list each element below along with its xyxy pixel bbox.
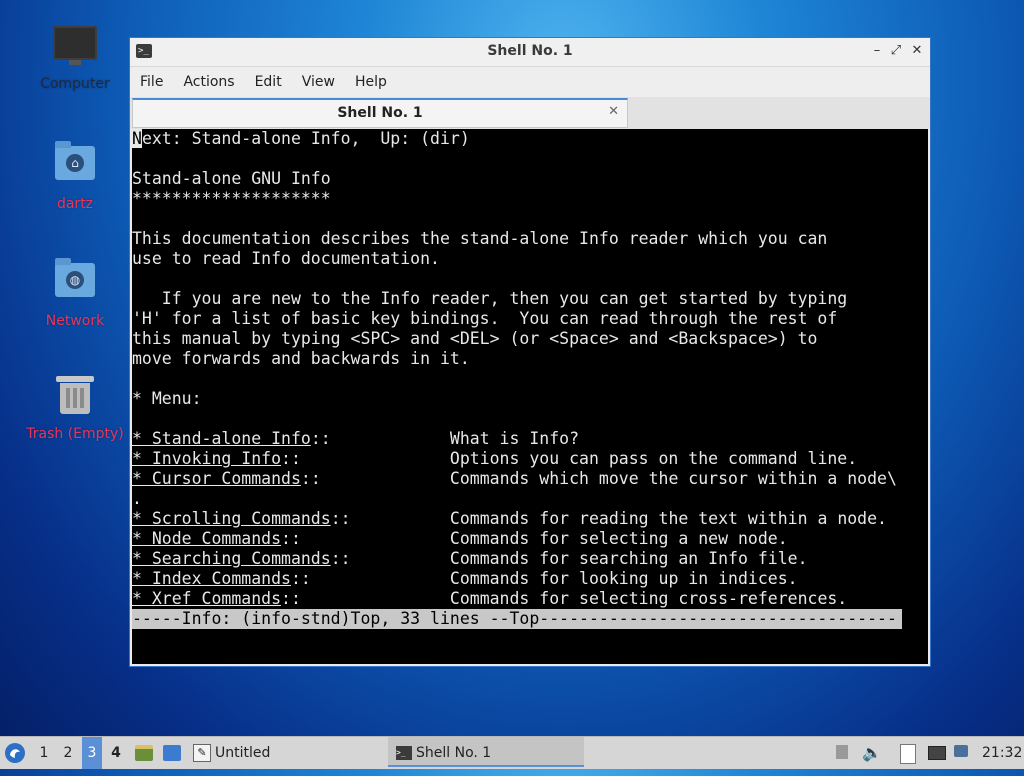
terminal-task-icon: >_ [396,746,412,760]
info-menu-item: * Cursor Commands:: Commands which move … [132,469,897,488]
desktop-icon-computer[interactable]: Computer [20,22,130,92]
task-label: Shell No. 1 [416,745,492,761]
info-menu-link[interactable]: * Xref Commands [132,589,281,608]
info-status-line: -----Info: (info-stnd)Top, 33 lines --To… [132,609,902,629]
task-shell-1[interactable]: >_ Shell No. 1 [388,737,584,767]
tab-label: Shell No. 1 [337,105,423,121]
info-menu-item: * Node Commands:: Commands for selecting… [132,529,788,548]
terminal-line: move forwards and backwards in it. [132,349,470,368]
computer-icon [53,26,97,70]
window-title: Shell No. 1 [487,43,573,59]
menu-actions[interactable]: Actions [183,74,234,90]
close-icon[interactable]: ✕ [908,42,926,60]
info-menu-link[interactable]: * Cursor Commands [132,469,301,488]
workspace-4[interactable]: 4 [106,737,126,769]
start-menu-icon[interactable] [4,737,28,769]
menu-help[interactable]: Help [355,74,387,90]
desktop-icon-label: Trash (Empty) [26,426,124,442]
desktop-icon-trash[interactable]: Trash (Empty) [20,374,130,442]
update-notifier-icon[interactable] [836,737,850,769]
terminal-line: ******************** [132,189,331,208]
menu-bar: File Actions Edit View Help [130,67,930,97]
desktop-icon-label: Network [45,313,105,329]
maximize-icon[interactable]: ⤢ [887,42,905,60]
file-manager-launcher-icon[interactable] [135,745,153,761]
info-menu-item: . [132,489,142,508]
terminal-line: Stand-alone GNU Info [132,169,331,188]
info-menu-link[interactable]: * Index Commands [132,569,291,588]
desktop-icon-label: Computer [40,76,110,92]
info-menu-item: * Searching Commands:: Commands for sear… [132,549,808,568]
menu-edit[interactable]: Edit [255,74,282,90]
desktop-icon-network[interactable]: ◍ Network [20,257,130,329]
info-menu-item: * Stand-alone Info:: What is Info? [132,429,580,448]
menu-file[interactable]: File [140,74,163,90]
terminal-line: this manual by typing <SPC> and <DEL> (o… [132,329,818,348]
tab-bar: Shell No. 1 ✕ [130,97,930,129]
terminal-output[interactable]: Next: Stand-alone Info, Up: (dir) Stand-a… [132,129,928,664]
info-menu-item: * Xref Commands:: Commands for selecting… [132,589,848,608]
info-menu-item: * Invoking Info:: Options you can pass o… [132,449,858,468]
desktop-icon-label: dartz [56,196,94,212]
minimize-icon[interactable]: – [868,42,886,60]
desktop-icon-home-folder[interactable]: ⌂ dartz [20,140,130,212]
info-menu-link[interactable]: * Searching Commands [132,549,331,568]
taskbar: 1 2 3 4 ✎ Untitled >_ Shell No. 1 🔈 21:32 [0,736,1024,769]
terminal-line: If you are new to the Info reader, then … [132,289,848,308]
trash-icon [53,376,97,420]
info-menu-item: * Scrolling Commands:: Commands for read… [132,509,887,528]
text-editor-icon: ✎ [193,744,211,762]
workspace-3[interactable]: 3 [82,737,102,769]
volume-icon[interactable]: 🔈 [862,737,882,769]
info-menu-link[interactable]: * Stand-alone Info [132,429,311,448]
workspace-2[interactable]: 2 [58,737,78,769]
task-label: Untitled [215,745,271,761]
terminal-line: This documentation describes the stand-a… [132,229,828,248]
terminal-line: use to read Info documentation. [132,249,440,268]
terminal-line: * Menu: [132,389,202,408]
network-monitor-icon[interactable] [928,737,946,769]
tab-close-icon[interactable]: ✕ [608,104,619,119]
task-untitled[interactable]: ✎ Untitled [193,737,383,769]
info-menu-link[interactable]: * Scrolling Commands [132,509,331,528]
network-folder-icon: ◍ [53,258,97,307]
tab-shell-1[interactable]: Shell No. 1 ✕ [132,98,628,128]
workspace-1[interactable]: 1 [34,737,54,769]
home-folder-icon: ⌂ [53,141,97,190]
terminal-text: Next: Stand-alone Info, Up: (dir) Stand-a… [132,129,928,609]
info-menu-link[interactable]: * Invoking Info [132,449,281,468]
window-titlebar[interactable]: >_ Shell No. 1 – ⤢ ✕ [130,38,930,67]
info-menu-item: * Index Commands:: Commands for looking … [132,569,798,588]
terminal-line: 'H' for a list of basic key bindings. Yo… [132,309,838,328]
terminal-window: >_ Shell No. 1 – ⤢ ✕ File Actions Edit V… [129,37,931,667]
clipboard-icon[interactable] [900,737,916,769]
info-menu-link[interactable]: * Node Commands [132,529,281,548]
clock[interactable]: 21:32 [982,737,1022,769]
terminal-cursor: N [132,129,142,148]
menu-view[interactable]: View [302,74,335,90]
network-status-icon[interactable] [954,737,968,769]
terminal-line: Next: Stand-alone Info, Up: (dir) [132,129,470,148]
show-desktop-icon[interactable] [163,745,181,761]
